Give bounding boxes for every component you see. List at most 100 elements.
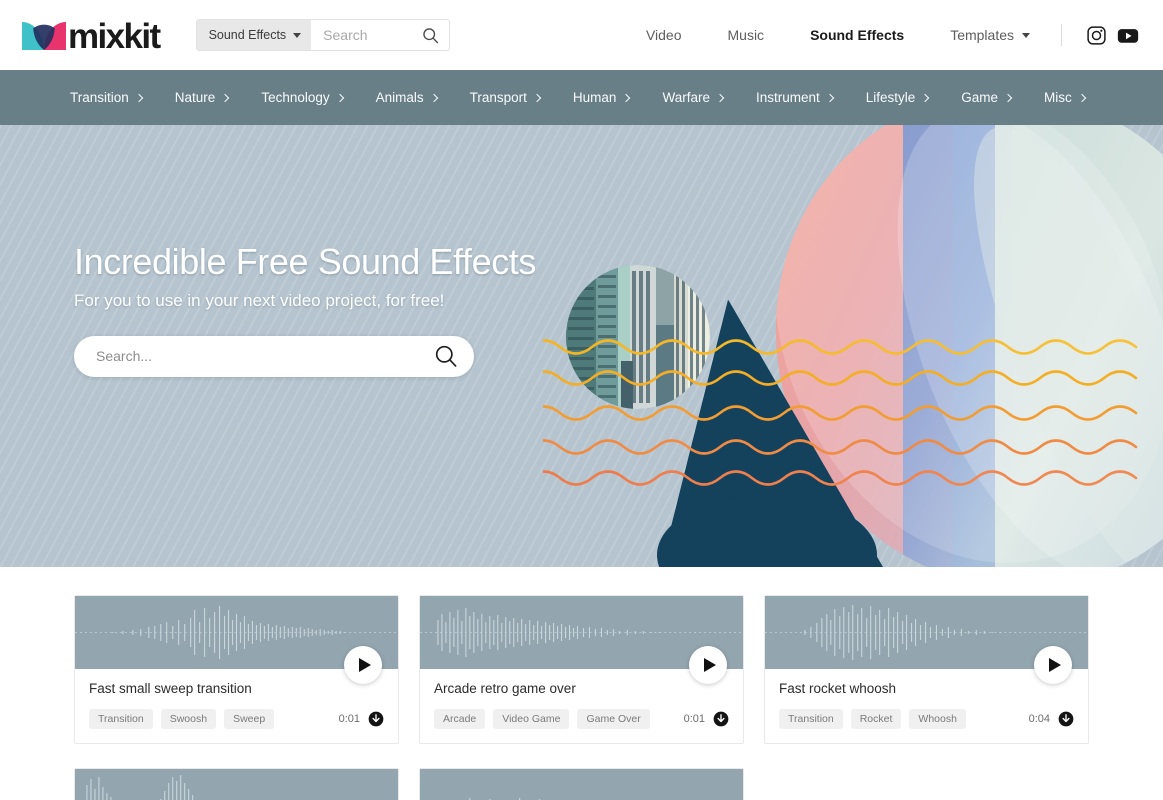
- chevron-right-icon: [532, 93, 542, 102]
- tag-list: Transition Swoosh Sweep: [89, 709, 275, 729]
- chevron-right-icon: [221, 93, 230, 102]
- mixkit-fan-logo-icon: [22, 20, 66, 50]
- sound-card[interactable]: Fast rocket whoosh Transition Rocket Who…: [764, 595, 1089, 744]
- search-input[interactable]: [323, 27, 412, 43]
- sound-card-body: Fast small sweep transition Transition S…: [75, 669, 398, 743]
- category-transition[interactable]: Transition: [70, 90, 144, 105]
- hero-title: Incredible Free Sound Effects: [74, 241, 537, 282]
- sound-card-body: Fast rocket whoosh Transition Rocket Who…: [765, 669, 1088, 743]
- tag[interactable]: Game Over: [577, 709, 650, 729]
- site-header: mixkit Sound Effects Video Music Sound E…: [0, 0, 1163, 70]
- tag[interactable]: Rocket: [850, 709, 902, 729]
- sound-card-grid: Fast small sweep transition Transition S…: [74, 595, 1089, 800]
- download-icon[interactable]: [1058, 711, 1074, 727]
- category-label: Game: [961, 90, 999, 105]
- logo[interactable]: mixkit: [22, 15, 161, 55]
- nav-item-music[interactable]: Music: [705, 27, 788, 43]
- sound-card[interactable]: [419, 768, 744, 800]
- tag[interactable]: Video Game: [493, 709, 570, 729]
- category-warfare[interactable]: Warfare: [662, 90, 725, 105]
- tag[interactable]: Arcade: [434, 709, 486, 729]
- play-icon: [703, 658, 716, 672]
- header-search[interactable]: Sound Effects: [195, 19, 450, 51]
- category-label: Animals: [375, 90, 424, 105]
- category-technology[interactable]: Technology: [261, 90, 344, 105]
- duration-label: 0:04: [1028, 713, 1050, 725]
- category-label: Warfare: [662, 90, 710, 105]
- category-misc[interactable]: Misc: [1044, 90, 1087, 105]
- sound-title: Fast rocket whoosh: [779, 681, 897, 696]
- chevron-right-icon: [715, 93, 725, 102]
- category-transport[interactable]: Transport: [469, 90, 542, 105]
- category-game[interactable]: Game: [961, 90, 1013, 105]
- tag[interactable]: Transition: [779, 709, 843, 729]
- tag[interactable]: Transition: [89, 709, 153, 729]
- category-label: Lifestyle: [865, 90, 916, 105]
- category-label: Technology: [261, 90, 330, 105]
- category-animals[interactable]: Animals: [375, 90, 438, 105]
- hero-artwork: [526, 125, 1163, 567]
- chevron-right-icon: [429, 93, 438, 102]
- nav-item-video[interactable]: Video: [623, 27, 705, 43]
- sound-results: Fast small sweep transition Transition S…: [0, 567, 1163, 800]
- play-button[interactable]: [344, 646, 382, 684]
- chevron-right-icon: [1077, 93, 1087, 102]
- nav-item-templates-label: Templates: [950, 27, 1014, 43]
- category-lifestyle[interactable]: Lifestyle: [865, 90, 930, 105]
- tag-list: Transition Rocket Whoosh: [779, 709, 966, 729]
- chevron-right-icon: [335, 93, 344, 102]
- header-search-input-wrap[interactable]: [311, 20, 422, 50]
- sound-card[interactable]: Arcade retro game over Arcade Video Game…: [419, 595, 744, 744]
- category-label: Nature: [174, 90, 216, 105]
- chevron-right-icon: [825, 93, 834, 102]
- tag-list: Arcade Video Game Game Over: [434, 709, 650, 729]
- chevron-right-icon: [134, 93, 144, 102]
- hero-subtitle: For you to use in your next video projec…: [74, 290, 445, 310]
- play-icon: [1048, 658, 1061, 672]
- chevron-right-icon: [622, 93, 631, 102]
- hero-search-input[interactable]: [96, 348, 434, 365]
- sound-meta: 0:01: [684, 711, 729, 727]
- tag[interactable]: Swoosh: [160, 709, 217, 729]
- tag[interactable]: Sweep: [224, 709, 275, 729]
- search-icon[interactable]: [422, 20, 449, 50]
- primary-nav: Video Music Sound Effects Templates: [623, 24, 1163, 46]
- instagram-icon[interactable]: [1086, 25, 1107, 46]
- category-label: Transition: [70, 90, 129, 105]
- category-instrument[interactable]: Instrument: [755, 90, 834, 105]
- sound-card-body: Arcade retro game over Arcade Video Game…: [420, 669, 743, 743]
- category-label: Human: [572, 90, 617, 105]
- download-icon[interactable]: [713, 711, 729, 727]
- category-human[interactable]: Human: [572, 90, 631, 105]
- hero-search[interactable]: [74, 335, 474, 377]
- category-nav: Transition Nature Technology Animals Tra…: [0, 70, 1163, 125]
- waveform-preview[interactable]: [420, 769, 743, 800]
- category-label: Instrument: [755, 90, 820, 105]
- search-icon[interactable]: [434, 344, 458, 368]
- chevron-right-icon: [921, 93, 930, 102]
- sound-card[interactable]: Fast small sweep transition Transition S…: [74, 595, 399, 744]
- play-button[interactable]: [689, 646, 727, 684]
- waveform-preview[interactable]: [75, 769, 398, 800]
- play-icon: [358, 658, 371, 672]
- sound-title: Arcade retro game over: [434, 681, 576, 696]
- chevron-down-icon: [293, 32, 302, 38]
- category-nature[interactable]: Nature: [174, 90, 230, 105]
- nav-divider: [1061, 24, 1062, 46]
- youtube-icon[interactable]: [1117, 25, 1139, 46]
- nav-item-sound-effects[interactable]: Sound Effects: [787, 27, 927, 43]
- category-label: Misc: [1044, 90, 1072, 105]
- nav-item-templates[interactable]: Templates: [927, 27, 1053, 43]
- duration-label: 0:01: [683, 713, 705, 725]
- hero-banner: Incredible Free Sound Effects For you to…: [0, 125, 1163, 567]
- download-icon[interactable]: [368, 711, 384, 727]
- search-category-dropdown[interactable]: Sound Effects: [196, 20, 312, 50]
- search-category-label: Sound Effects: [208, 28, 287, 42]
- sound-card[interactable]: [74, 768, 399, 800]
- sound-title: Fast small sweep transition: [89, 681, 252, 696]
- hero-copy: Incredible Free Sound Effects For you to…: [74, 242, 536, 377]
- tag[interactable]: Whoosh: [909, 709, 966, 729]
- play-button[interactable]: [1034, 646, 1072, 684]
- sound-meta: 0:04: [1029, 711, 1074, 727]
- category-label: Transport: [469, 90, 527, 105]
